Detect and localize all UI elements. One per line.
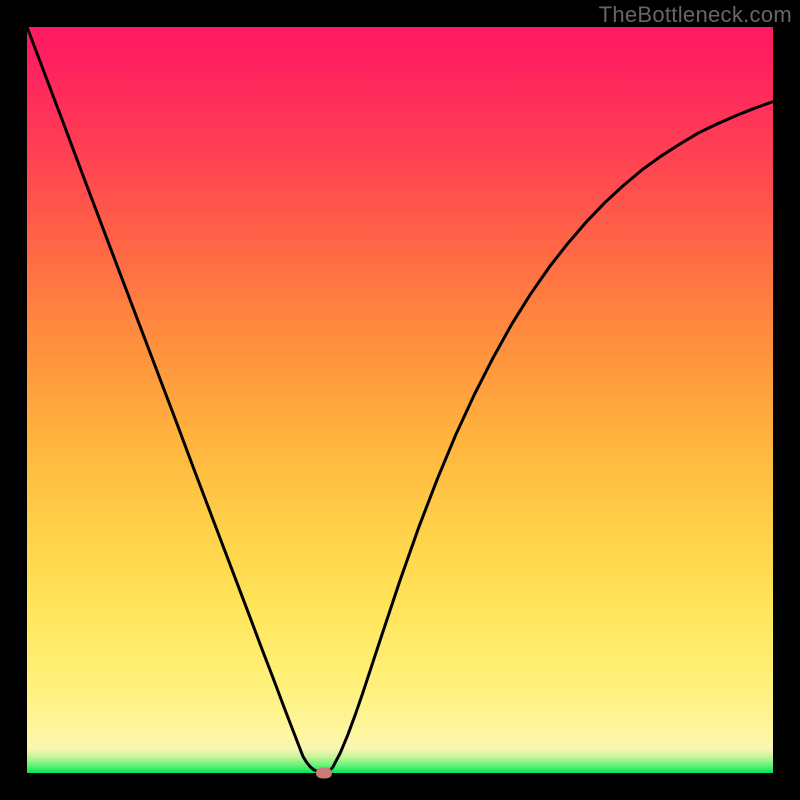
optimal-point-marker — [316, 768, 332, 779]
watermark-text: TheBottleneck.com — [599, 2, 792, 28]
plot-area — [27, 27, 773, 773]
chart-frame: TheBottleneck.com — [0, 0, 800, 800]
bottleneck-curve — [27, 27, 773, 773]
